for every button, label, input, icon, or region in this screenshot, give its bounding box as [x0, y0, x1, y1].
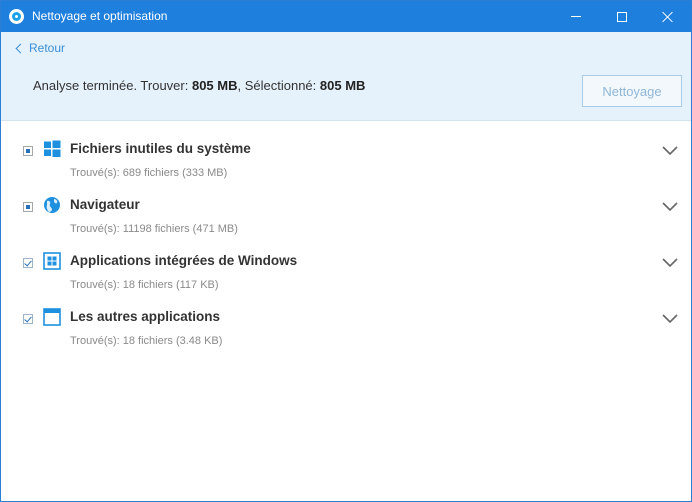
- item-subtitle: Trouvé(s): 18 fichiers (117 KB): [70, 279, 219, 291]
- back-label: Retour: [29, 41, 66, 55]
- app-logo-icon: [9, 9, 24, 24]
- windows-apps-icon: [43, 252, 61, 270]
- scan-summary-text: Analyse terminée. Trouver: 805 MB, Sélec…: [33, 78, 365, 93]
- item-title: Fichiers inutiles du système: [70, 141, 251, 156]
- chevron-left-icon: [15, 43, 26, 54]
- minimize-icon: [571, 16, 581, 17]
- item-subtitle: Trouvé(s): 11198 fichiers (471 MB): [70, 223, 238, 235]
- minimize-button[interactable]: [553, 1, 599, 32]
- clean-button[interactable]: Nettoyage: [582, 75, 682, 107]
- item-checkbox[interactable]: [23, 146, 33, 156]
- globe-icon: [44, 197, 60, 213]
- chevron-down-icon[interactable]: [661, 200, 679, 212]
- item-checkbox[interactable]: [23, 314, 33, 324]
- item-title: Les autres applications: [70, 309, 221, 324]
- list-item-browser[interactable]: Navigateur Trouvé(s): 11198 fichiers (47…: [1, 196, 691, 252]
- window-title: Nettoyage et optimisation: [32, 9, 168, 23]
- windows-logo-icon: [44, 140, 61, 157]
- scan-summary-header: Retour Analyse terminée. Trouver: 805 MB…: [1, 32, 691, 121]
- found-size: 805 MB: [191, 78, 238, 93]
- chevron-down-icon[interactable]: [661, 256, 679, 268]
- item-subtitle: Trouvé(s): 18 fichiers (3.48 KB): [70, 335, 223, 347]
- list-item-other-apps[interactable]: Les autres applications Trouvé(s): 18 fi…: [1, 308, 691, 364]
- list-item-builtin-apps[interactable]: Applications intégrées de Windows Trouvé…: [1, 252, 691, 308]
- item-checkbox[interactable]: [23, 202, 33, 212]
- chevron-down-icon[interactable]: [661, 312, 679, 324]
- summary-middle: , Sélectionné:: [237, 78, 320, 93]
- app-window-icon: [43, 308, 61, 326]
- close-icon: [662, 11, 674, 23]
- app-window: Nettoyage et optimisation Retour Analyse…: [0, 0, 692, 502]
- selected-size: 805 MB: [319, 78, 366, 93]
- summary-prefix: Analyse terminée. Trouver:: [33, 78, 192, 93]
- maximize-icon: [617, 11, 627, 22]
- back-link[interactable]: Retour: [15, 41, 66, 55]
- close-button[interactable]: [645, 1, 691, 32]
- title-bar: Nettoyage et optimisation: [1, 1, 691, 32]
- list-item-system-junk[interactable]: Fichiers inutiles du système Trouvé(s): …: [1, 140, 691, 196]
- maximize-button[interactable]: [599, 1, 645, 32]
- item-title: Navigateur: [70, 197, 140, 212]
- item-title: Applications intégrées de Windows: [70, 253, 298, 268]
- chevron-down-icon[interactable]: [661, 144, 679, 156]
- item-checkbox[interactable]: [23, 258, 33, 268]
- item-subtitle: Trouvé(s): 689 fichiers (333 MB): [70, 167, 228, 179]
